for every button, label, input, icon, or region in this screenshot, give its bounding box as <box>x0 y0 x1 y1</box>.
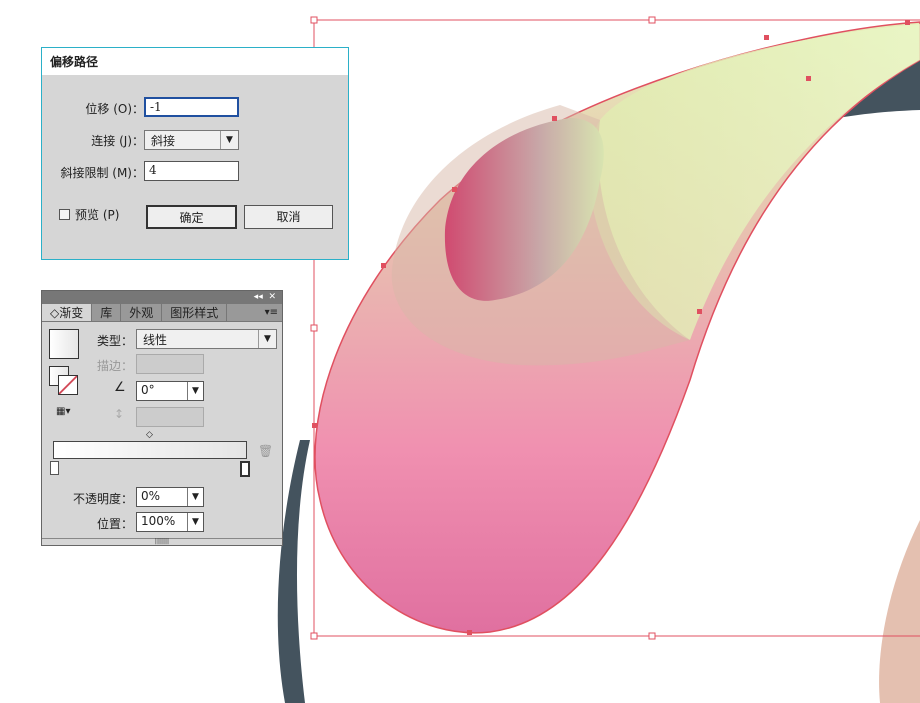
tab-library[interactable]: 库 <box>92 304 122 321</box>
location-label: 位置： <box>97 517 134 531</box>
miter-limit-input[interactable]: 4 <box>144 161 239 181</box>
opacity-label: 不透明度： <box>73 492 134 506</box>
midpoint-diamond[interactable]: ◇ <box>146 430 153 440</box>
aspect-ratio-icon: ↕ <box>114 407 125 421</box>
gradient-panel: ◂◂ ✕ ◇渐变 库 外观 图形样式 ▾≡ ▦▾ 类型： 线性 ▼ 描边： ∠ 0… <box>41 290 283 546</box>
tab-gradient[interactable]: ◇渐变 <box>42 304 93 321</box>
type-label: 类型： <box>97 334 134 348</box>
chevron-down-icon: ▼ <box>258 330 276 348</box>
offset-label: 位移 (O)： <box>85 102 144 116</box>
chevron-down-icon[interactable]: ▼ <box>187 488 203 506</box>
stroke-options <box>136 354 204 374</box>
type-select[interactable]: 线性 ▼ <box>136 329 277 349</box>
angle-icon: ∠ <box>114 380 126 395</box>
peach-shape <box>879 520 920 703</box>
miter-limit-label: 斜接限制 (M)： <box>60 166 144 180</box>
reverse-gradient-icon[interactable]: ▦▾ <box>56 406 70 417</box>
gradient-stop-left[interactable] <box>50 461 59 475</box>
gradient-slider[interactable] <box>53 441 247 459</box>
chevron-down-icon: ▼ <box>220 131 238 149</box>
stroke-label: 描边： <box>97 359 134 373</box>
join-label: 连接 (J)： <box>91 134 144 148</box>
join-value: 斜接 <box>151 134 176 148</box>
join-select[interactable]: 斜接 ▼ <box>144 130 239 150</box>
panel-menu-icon[interactable]: ▾≡ <box>227 304 282 321</box>
panel-tabs: ◇渐变 库 外观 图形样式 ▾≡ <box>42 304 282 322</box>
stroke-swatch[interactable] <box>58 375 78 395</box>
chevron-down-icon[interactable]: ▼ <box>187 513 203 531</box>
offset-input[interactable]: -1 <box>144 97 239 117</box>
collapse-icon[interactable]: ◂◂ <box>254 292 263 302</box>
tab-graphic-styles[interactable]: 图形样式 <box>162 304 228 321</box>
opacity-input[interactable]: 0% ▼ <box>136 487 204 507</box>
preview-checkbox[interactable] <box>59 209 70 220</box>
offset-path-dialog: 偏移路径 位移 (O)： -1 连接 (J)： 斜接 ▼ 斜接限制 (M)： 4 … <box>41 47 349 260</box>
type-value: 线性 <box>143 333 168 347</box>
panel-header: ◂◂ ✕ <box>42 291 282 304</box>
angle-input[interactable]: 0° ▼ <box>136 381 204 401</box>
trash-icon[interactable]: 🗑 <box>258 444 273 458</box>
aspect-ratio-input <box>136 407 204 427</box>
chevron-down-icon[interactable]: ▼ <box>187 382 203 400</box>
gradient-stop-right[interactable] <box>240 461 250 477</box>
cancel-button[interactable]: 取消 <box>244 205 333 229</box>
gradient-swatch[interactable] <box>49 329 79 359</box>
resize-handle[interactable]: ||||||| <box>42 538 282 545</box>
location-input[interactable]: 100% ▼ <box>136 512 204 532</box>
preview-label: 预览 (P) <box>75 208 120 222</box>
tab-appearance[interactable]: 外观 <box>121 304 163 321</box>
ok-button[interactable]: 确定 <box>146 205 237 229</box>
close-icon[interactable]: ✕ <box>268 292 276 302</box>
dialog-title: 偏移路径 <box>42 48 348 75</box>
